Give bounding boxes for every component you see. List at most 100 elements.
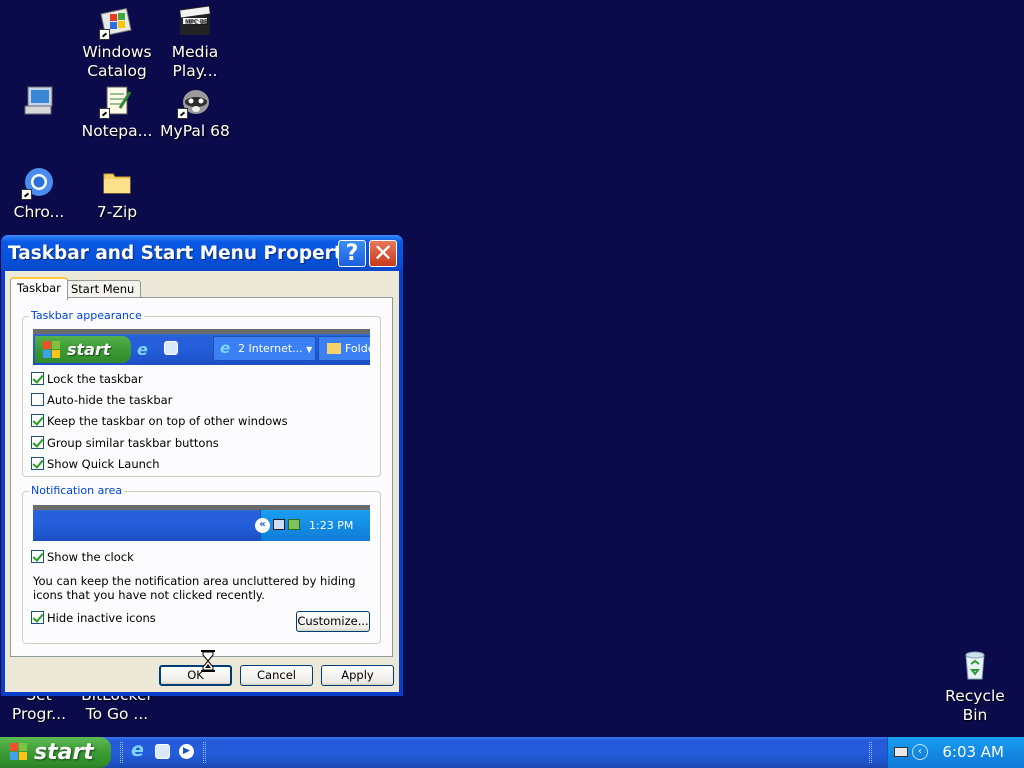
desktop-icon-windows-catalog[interactable]: Windows Catalog: [78, 5, 156, 81]
tab-label: Taskbar: [17, 281, 61, 295]
chevron-down-icon: ▼: [306, 345, 313, 354]
desktop-icon-label: Media Play...: [171, 43, 219, 80]
hide-inactive-checkbox[interactable]: Hide inactive icons: [31, 611, 156, 625]
notification-description: You can keep the notification area unclu…: [33, 574, 356, 602]
notepad-icon: [99, 84, 134, 119]
notification-preview-image: « 1:23 PM: [33, 505, 370, 541]
hourglass-cursor-icon: [200, 650, 216, 672]
taskbar-preview-image: start e e 2 Internet... ▼ Folde: [33, 329, 370, 365]
taskbar-appearance-group: Taskbar appearance start e e 2 Internet.…: [22, 309, 381, 477]
group-buttons-checkbox[interactable]: Group similar taskbar buttons: [31, 436, 219, 450]
folder-icon: [100, 165, 134, 199]
checkbox-box[interactable]: [31, 457, 44, 470]
recycle-bin-icon: [958, 649, 992, 683]
button-label: Cancel: [257, 668, 296, 682]
mypal-icon: [177, 84, 212, 119]
preview-group-label: 2 Internet...: [238, 342, 303, 355]
checkbox-box[interactable]: [31, 414, 44, 427]
tray-divider: [869, 742, 872, 763]
checkbox-box[interactable]: [31, 436, 44, 449]
dialog-title: Taskbar and Start Menu Propert...: [8, 243, 364, 264]
desktop-icon-chrome[interactable]: Chro...: [0, 165, 78, 222]
taskbar-properties-dialog: Taskbar and Start Menu Propert... ? ✕ Ta…: [1, 235, 403, 696]
desktop-icon-mypal[interactable]: MyPal 68: [156, 84, 234, 141]
help-button[interactable]: ?: [338, 240, 366, 267]
desktop-icon-label: 7-Zip: [96, 203, 138, 221]
desktop-icon-notepad[interactable]: Notepa...: [78, 84, 156, 141]
checkbox-box[interactable]: [31, 393, 44, 406]
button-label: Customize...: [297, 614, 369, 628]
dialog-client: Taskbar Start Menu Taskbar appearance st…: [5, 271, 399, 692]
media-player-icon: MPC·BE: [178, 5, 212, 39]
taskbar-clock[interactable]: 6:03 AM: [942, 743, 1004, 761]
start-button[interactable]: start: [0, 737, 111, 768]
desktop-icon-media-player[interactable]: MPC·BE Media Play...: [156, 5, 234, 81]
windows-flag-icon: [43, 341, 61, 359]
keep-on-top-checkbox[interactable]: Keep the taskbar on top of other windows: [31, 414, 288, 428]
start-label: start: [34, 740, 94, 765]
quick-launch-end-divider: [203, 742, 206, 763]
folder-icon: [327, 343, 341, 354]
checkbox-box[interactable]: [31, 372, 44, 385]
preview-app-icon: [164, 341, 178, 355]
tab-start-menu[interactable]: Start Menu: [64, 280, 142, 298]
dialog-titlebar[interactable]: Taskbar and Start Menu Propert... ? ✕: [1, 235, 403, 271]
my-computer-icon: [22, 84, 56, 118]
checkbox-label: Group similar taskbar buttons: [47, 436, 219, 450]
desktop-icon-my-computer[interactable]: [0, 84, 78, 122]
preview-tray: « 1:23 PM: [255, 510, 370, 541]
checkbox-label: Show Quick Launch: [47, 457, 160, 471]
desktop-icon-label: Recycle Bin: [945, 687, 1005, 724]
preview-ie-icon: e: [220, 339, 231, 357]
checkbox-box[interactable]: [31, 550, 44, 563]
customize-button[interactable]: Customize...: [296, 611, 370, 632]
button-label: Apply: [341, 668, 374, 682]
checkbox-label: Lock the taskbar: [47, 372, 143, 386]
quick-launch-checkbox[interactable]: Show Quick Launch: [31, 457, 160, 471]
desktop-icon-label: Windows Catalog: [82, 43, 152, 80]
tab-panel-taskbar: Taskbar appearance start e e 2 Internet.…: [10, 297, 393, 657]
tab-label: Start Menu: [71, 282, 135, 296]
quick-launch-app-icon[interactable]: [155, 744, 170, 759]
svg-text:MPC·BE: MPC·BE: [185, 19, 208, 26]
preview-start-label: start: [67, 340, 111, 359]
preview-start-button: start: [35, 336, 131, 363]
show-clock-checkbox[interactable]: Show the clock: [31, 550, 134, 564]
apply-button[interactable]: Apply: [321, 665, 394, 686]
network-icon: [273, 519, 285, 530]
cancel-button[interactable]: Cancel: [240, 665, 313, 686]
checkbox-label: Show the clock: [47, 550, 134, 564]
checkbox-label: Auto-hide the taskbar: [47, 393, 173, 407]
media-player-quick-icon[interactable]: ▶: [179, 744, 194, 759]
desktop-icon-7zip[interactable]: 7-Zip: [78, 165, 156, 222]
desktop-icon-label: Chro...: [13, 203, 65, 221]
checkbox-box[interactable]: [31, 611, 44, 624]
ok-button[interactable]: OK: [159, 665, 232, 686]
quick-launch-divider: [120, 742, 123, 763]
checkbox-label: Hide inactive icons: [47, 611, 156, 625]
chrome-icon: [21, 165, 56, 200]
auto-hide-checkbox[interactable]: Auto-hide the taskbar: [31, 393, 172, 407]
internet-explorer-icon[interactable]: e: [131, 739, 144, 761]
notification-area-group: Notification area « 1:23 PM Show the clo…: [22, 484, 381, 644]
checkbox-label: Keep the taskbar on top of other windows: [47, 414, 288, 428]
chevron-left-icon[interactable]: ‹: [912, 744, 928, 760]
help-icon: ?: [345, 241, 359, 266]
desktop-icon-label: MyPal 68: [160, 122, 230, 140]
keyboard-icon[interactable]: [894, 747, 908, 757]
taskbar: start e ▶ ‹ 6:03 AM: [0, 737, 1024, 768]
close-icon: ✕: [372, 239, 394, 267]
preview-ie-icon: e: [137, 340, 148, 359]
notification-tray: ‹ 6:03 AM: [869, 737, 1024, 768]
lock-taskbar-checkbox[interactable]: Lock the taskbar: [31, 372, 143, 386]
close-button[interactable]: ✕: [369, 240, 397, 267]
group-legend: Taskbar appearance: [29, 309, 144, 322]
preview-task-group: e 2 Internet... ▼: [213, 336, 316, 361]
windows-flag-icon: [10, 743, 28, 761]
preview-folder-button: Folde: [318, 336, 370, 361]
tray-app-icon: [288, 519, 300, 530]
preview-folder-label: Folde: [345, 342, 370, 355]
desktop-icon-recycle-bin[interactable]: Recycle Bin: [936, 649, 1014, 725]
tab-taskbar[interactable]: Taskbar: [10, 277, 68, 300]
windows-catalog-icon: [99, 5, 134, 40]
